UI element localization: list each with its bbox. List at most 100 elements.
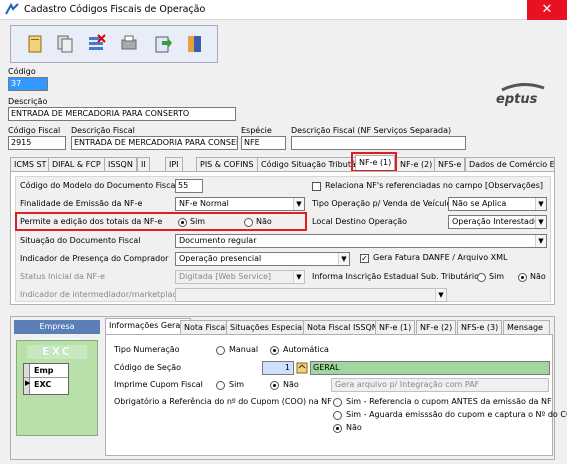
intermediador-label: Indicador de intermediador/marketplace [20,290,182,299]
local-value: Operação Interestadual [452,217,547,226]
tab-difal-fcp[interactable]: DIFAL & FCP [48,157,105,171]
codigo-fiscal-field[interactable]: 2915 [8,136,66,150]
tipo-op-select[interactable]: Não se Aplica ▼ [448,197,547,211]
descricao-fiscal-label: Descrição Fiscal [71,126,135,135]
imprime-nao-label: Não [283,380,299,389]
obrigatorio-opt2-radio[interactable] [333,411,342,420]
gera-arquivo-paf-text: Gera arquivo p/ Integração com PAF [335,380,480,389]
manual-radio[interactable] [216,346,225,355]
obrigatorio-opt1-radio[interactable] [333,398,342,407]
presenca-select[interactable]: Operação presencial ▼ [175,252,350,266]
title-bar: Cadastro Códigos Fiscais de Operação ✕ [0,0,567,20]
tab-b-nfse3[interactable]: NFS-e (3) [457,320,503,334]
new-icon[interactable] [25,34,45,54]
eptus-logo: eptus [492,80,552,110]
print-icon[interactable] [119,34,139,54]
logo-text: eptus [496,92,538,107]
chevron-down-icon: ▼ [535,216,546,228]
obrigatorio-opt3-label: Não [346,423,362,432]
obrigatorio-opt2-label: Sim - Aguarda emisssão do cupom e captur… [346,410,567,419]
modelo-field[interactable]: 55 [175,179,203,193]
chevron-down-icon: ▼ [535,235,546,247]
tab-situacoes-especiais[interactable]: Situações Especiais [226,320,313,334]
imprime-sim-label: Sim [229,380,245,389]
chevron-down-icon: ▼ [535,198,546,210]
lookup-icon[interactable] [296,361,308,375]
especie-label: Espécie [241,126,272,135]
tab-nfe2[interactable]: NF-e (2) [396,157,437,171]
copy-icon[interactable] [55,34,75,54]
descricao-nfs-field[interactable] [291,136,466,150]
tab-nota-fiscal[interactable]: Nota Fiscal [180,320,232,334]
relaciona-label: Relaciona NF's referenciadas no campo [O… [325,181,543,190]
tab-icms-st[interactable]: ICMS ST [10,157,51,171]
codigo-field[interactable]: 37 [8,77,48,91]
tab-nfse[interactable]: NFS-e [434,157,466,171]
tab-b-nfe2[interactable]: NF-e (2) [416,320,457,334]
tab-dados-comercio[interactable]: Dados de Comércio E [465,157,555,171]
empresa-row-exc[interactable]: EXC [34,380,51,389]
automatica-radio[interactable] [270,346,279,355]
codigo-fiscal-label: Código Fiscal [8,126,61,135]
descricao-field[interactable]: ENTRADA DE MERCADORIA PARA CONSERTO [8,107,236,121]
tipo-op-label: Tipo Operação p/ Venda de Veículos [312,199,456,208]
tab-nf-issqn[interactable]: Nota Fiscal ISSQN [303,320,382,334]
gera-fatura-label: Gera Fatura DANFE / Arquivo XML [373,253,508,262]
automatica-label: Automática [283,345,329,354]
informa-nao-label: Não [530,272,546,281]
descricao-label: Descrição [8,97,48,106]
situacao-select[interactable]: Documento regular ▼ [175,234,547,248]
presenca-value: Operação presencial [179,254,262,263]
presenca-label: Indicador de Presença do Comprador [20,254,169,263]
informa-sim-radio[interactable] [477,273,486,282]
status-value: Digitada [Web Service] [179,272,272,281]
window-title: Cadastro Códigos Fiscais de Operação [24,4,206,15]
descricao-nfs-label: Descrição Fiscal (NF Serviços Separada) [291,126,452,135]
situacao-label: Situação do Documento Fiscal [20,236,141,245]
imprime-nao-radio[interactable] [270,381,279,390]
status-label: Status Inicial da NF-e [20,272,105,281]
chevron-down-icon: ▼ [435,289,446,301]
local-select[interactable]: Operação Interestadual ▼ [448,215,547,229]
tab-info-gerais[interactable]: Informações Gerais [105,318,191,334]
tab-b-nfe1[interactable]: NF-e (1) [375,320,416,334]
chevron-down-icon: ▼ [293,198,304,210]
gera-arquivo-paf-field: Gera arquivo p/ Integração com PAF [331,378,549,392]
intermediador-select: ▼ [175,288,447,302]
informa-label: Informa Inscrição Estadual Sub. Tributár… [312,272,479,281]
bottom-tabs: Informações Gerais Nota Fiscal Situações… [105,318,553,334]
tab-issqn[interactable]: ISSQN [104,157,137,171]
import-icon[interactable] [153,34,173,54]
gera-fatura-checkbox[interactable]: ✓ [360,254,369,263]
delete-icon[interactable] [87,34,107,54]
tab-pis-cofins[interactable]: PIS & COFINS [196,157,258,171]
codigo-secao-field[interactable]: 1 [262,361,294,375]
highlight-tab-nfe1 [351,152,397,172]
imprime-sim-radio[interactable] [216,381,225,390]
empresa-badge: EXC [27,345,87,359]
close-button[interactable]: ✕ [527,0,567,20]
finalidade-select[interactable]: NF-e Normal ▼ [175,197,305,211]
app-icon [5,3,19,15]
highlight-permite [15,212,307,231]
descricao-fiscal-field[interactable]: ENTRADA DE MERCADORIA PARA CONSER [71,136,238,150]
local-label: Local Destino Operação [312,217,408,226]
chevron-down-icon: ▼ [338,253,349,265]
tab-ipi[interactable]: IPI [165,157,183,171]
toolbar [10,25,218,63]
tab-ii[interactable]: II [137,157,150,171]
finalidade-value: NF-e Normal [179,199,229,208]
obrigatorio-label: Obrigatório a Referência do nº do Cupom … [114,397,332,406]
relaciona-checkbox[interactable] [312,182,321,191]
status-select: Digitada [Web Service] ▼ [175,270,305,284]
exit-icon[interactable] [185,34,205,54]
tab-mensagens[interactable]: Mensage [503,320,550,334]
especie-field[interactable]: NFE [241,136,286,150]
informa-nao-radio[interactable] [518,273,527,282]
obrigatorio-opt1-label: Sim - Referencia o cupom ANTES da emissã… [346,397,552,406]
row-pointer-icon: ▶ [25,379,31,387]
empresa-col-emp: Emp [34,366,54,375]
empresa-list: EXC Emp ▶ EXC [16,340,98,436]
tipo-num-label: Tipo Numeração [114,345,180,354]
obrigatorio-opt3-radio[interactable] [333,424,342,433]
